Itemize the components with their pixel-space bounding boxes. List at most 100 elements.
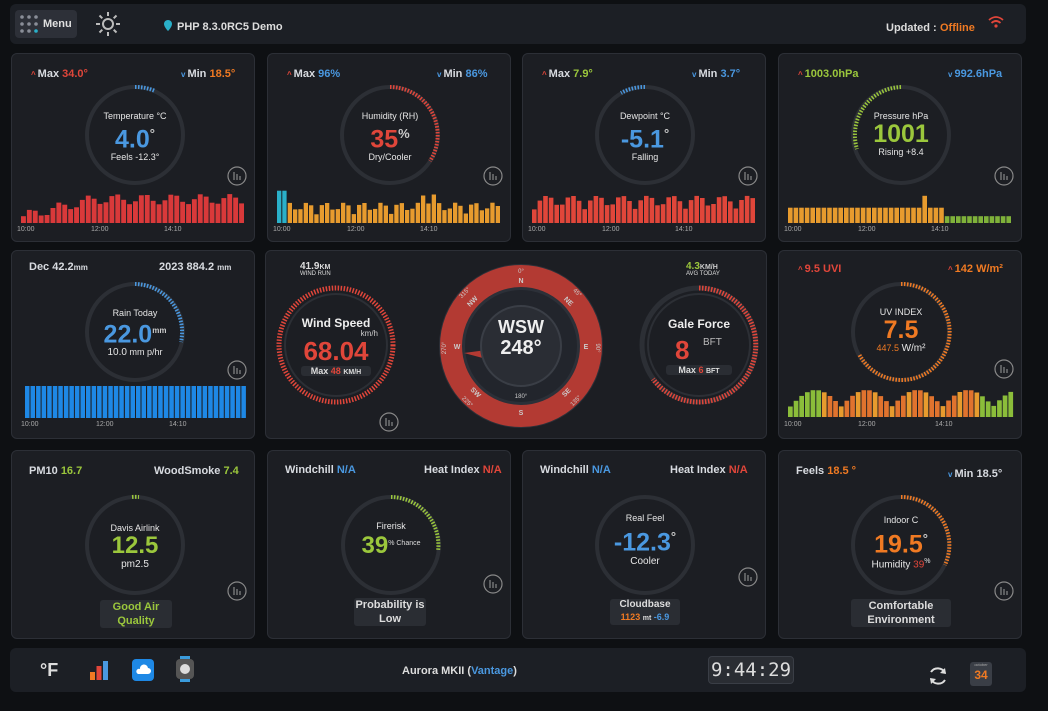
weather-app-icon[interactable] [176,656,194,682]
history-bar [923,392,929,417]
history-bar [644,195,649,223]
history-bar [138,195,144,223]
history-bar [844,400,850,417]
chart-icon[interactable] [994,581,1014,601]
menu-button[interactable]: Menu [15,10,77,38]
history-bar [447,208,452,223]
bar-chart-icon[interactable] [88,659,110,681]
weather-cloud-icon[interactable] [132,659,154,681]
history-bar [968,390,974,417]
history-bar [41,386,47,418]
refresh-icon[interactable] [927,665,949,687]
history-bar [25,386,30,418]
history-bar [548,197,554,223]
press-max: ^ 1003.0hPa [798,68,859,80]
history-bar [202,386,208,418]
sun-icon[interactable] [95,11,121,37]
chart-icon[interactable] [379,412,399,432]
history-bar [21,216,26,223]
history-bar [115,194,121,223]
history-bar [168,194,174,223]
chart-icon[interactable] [994,359,1014,379]
history-bar [50,208,56,223]
chart-icon[interactable] [227,360,247,380]
history-bar [616,197,621,223]
history-bar [144,195,150,223]
history-bar [426,203,431,223]
history-bar [442,210,447,223]
chart-icon[interactable] [483,574,503,594]
history-bar [357,204,362,223]
history-bar [180,386,185,418]
gale-max: Max 6 BFT [666,365,732,375]
history-bar [410,208,415,223]
history-bar [97,203,103,223]
pressure-history-chart [788,195,1011,223]
woodsmoke: WoodSmoke 7.4 [154,465,239,477]
history-bar [571,196,576,223]
wind-run: 41.9KM WIND RUN [300,261,331,277]
unit-toggle-button[interactable]: °F [40,660,66,684]
chart-icon[interactable] [738,567,758,587]
chart-icon[interactable] [227,166,247,186]
history-bar [944,216,950,223]
history-bar [30,386,35,418]
history-bar [341,202,346,223]
history-bar [68,209,74,223]
history-bar [877,207,883,223]
dew-max: ^ Max 7.9° [542,68,593,80]
history-bar [677,201,683,223]
history-bar [197,386,202,418]
indoor-card: Feels 18.5 ° v Min 18.5° Indoor C 19.5° H… [778,450,1022,639]
history-bar [940,406,946,417]
location-pin-icon [164,20,172,31]
history-bar [394,204,399,223]
history-bar [405,210,410,223]
history-bar [80,386,85,418]
site-title: PHP 8.3.0RC5 Demo [177,21,283,33]
indoor-status: Comfortable Environment [851,599,951,627]
chart-icon[interactable] [483,166,503,186]
history-bar [946,400,951,417]
wind-avg: 4.3KM/H AVG TODAY [686,261,720,277]
history-bar [821,207,827,223]
history-bar [351,214,356,223]
history-bar [490,202,495,223]
menu-label: Menu [43,18,72,30]
history-bar [52,386,58,418]
history-bar [241,386,246,418]
history-bar [872,207,877,223]
pressure-card: ^ 1003.0hPa v 992.6hPa Pressure hPa 1001 R… [778,53,1022,242]
history-bar [1008,391,1014,417]
chart-icon[interactable] [738,166,758,186]
history-bar [951,395,957,417]
history-bar [453,202,458,223]
history-bar [939,207,944,223]
history-bar [700,198,705,223]
history-bar [604,205,610,223]
history-bar [335,209,340,223]
compass-s: S [519,410,524,417]
history-bar [330,209,335,223]
history-bar [437,203,442,223]
chart-icon[interactable] [994,166,1014,186]
history-bar [694,195,699,223]
history-bar [844,207,849,223]
history-bar [997,400,1002,417]
history-bar [69,386,74,418]
hum-readout: Humidity (RH) 35% Dry/Cooler [361,111,419,163]
history-bar [827,396,833,417]
rain-month: Dec 42.2mm [29,261,88,273]
history-bar [688,200,694,223]
history-bar [804,207,810,223]
history-bar [716,197,722,223]
compass-w: W [454,344,461,351]
calendar-icon[interactable]: october 34 [970,662,992,686]
chart-icon[interactable] [227,581,247,601]
history-bar [799,395,804,417]
history-bar [239,203,244,223]
history-bar [918,390,923,417]
history-bar [282,190,287,223]
history-bar [415,202,420,223]
history-bar [209,202,215,223]
